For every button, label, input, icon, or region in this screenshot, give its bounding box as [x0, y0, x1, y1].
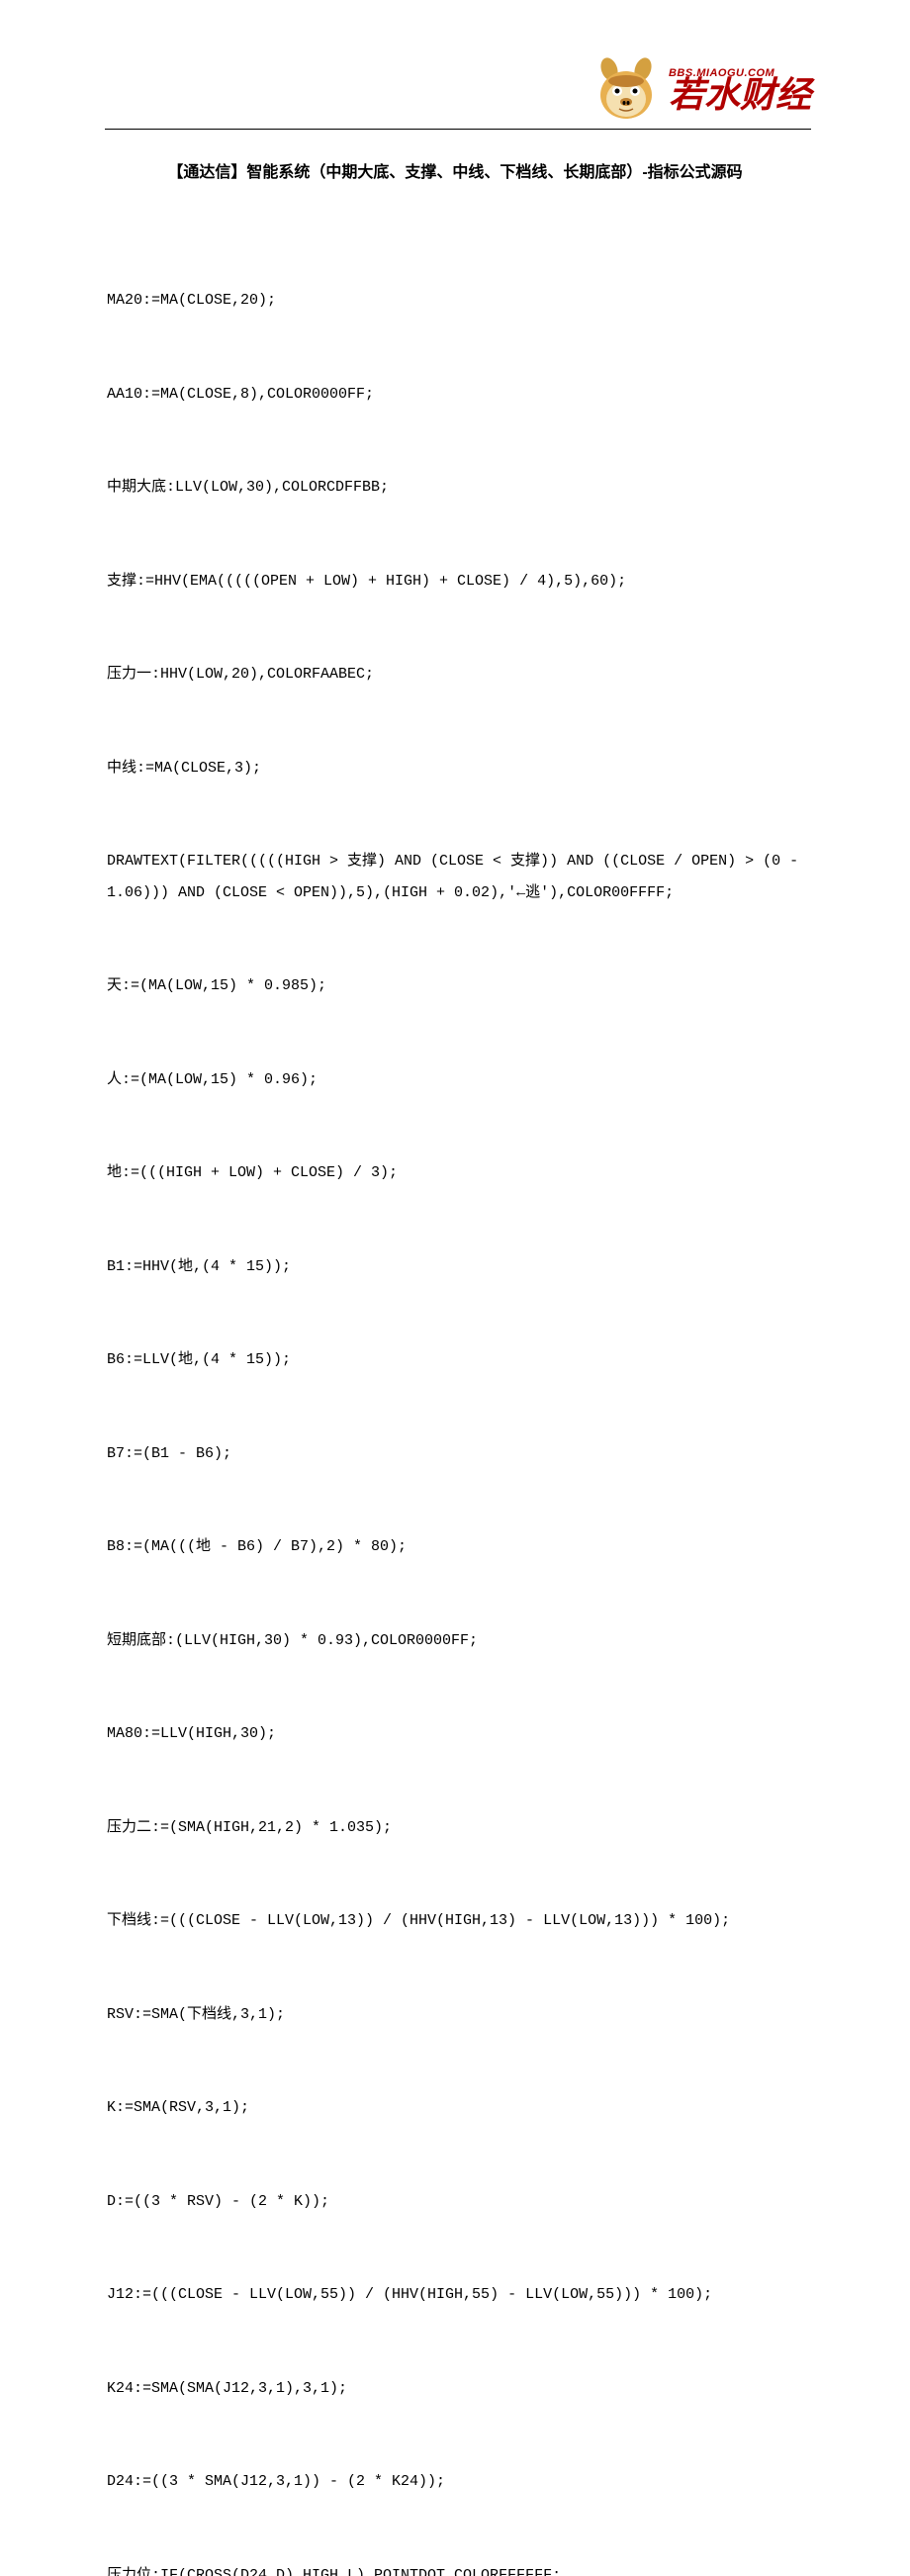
code-line: D24:=((3 * SMA(J12,3,1)) - (2 * K24));: [107, 2466, 811, 2498]
header: BBS.MIAOGU.COM 若水财经: [592, 57, 811, 123]
code-line: 人:=(MA(LOW,15) * 0.96);: [107, 1064, 811, 1096]
page-title: 【通达信】智能系统（中期大底、支撑、中线、下档线、长期底部）-指标公式源码: [0, 158, 910, 182]
mascot-icon: [592, 57, 661, 123]
code-line: B7:=(B1 - B6);: [107, 1438, 811, 1470]
code-line: 压力一:HHV(LOW,20),COLORFAABEC;: [107, 659, 811, 690]
code-line: 天:=(MA(LOW,15) * 0.985);: [107, 970, 811, 1002]
code-line: D:=((3 * RSV) - (2 * K));: [107, 2186, 811, 2218]
code-line: AA10:=MA(CLOSE,8),COLOR0000FF;: [107, 379, 811, 411]
code-line: 压力位:IF(CROSS(D24,D),HIGH,L),POINTDOT,COL…: [107, 2560, 811, 2576]
code-line: DRAWTEXT(FILTER(((((HIGH > 支撑) AND (CLOS…: [107, 846, 811, 908]
code-block: MA20:=MA(CLOSE,20); AA10:=MA(CLOSE,8),CO…: [107, 223, 811, 2576]
code-line: B8:=(MA(((地 - B6) / B7),2) * 80);: [107, 1531, 811, 1563]
code-line: J12:=(((CLOSE - LLV(LOW,55)) / (HHV(HIGH…: [107, 2279, 811, 2311]
code-line: MA20:=MA(CLOSE,20);: [107, 285, 811, 317]
code-line: 中线:=MA(CLOSE,3);: [107, 753, 811, 784]
code-line: K:=SMA(RSV,3,1);: [107, 2092, 811, 2124]
code-line: K24:=SMA(SMA(J12,3,1),3,1);: [107, 2373, 811, 2405]
code-line: 短期底部:(LLV(HIGH,30) * 0.93),COLOR0000FF;: [107, 1625, 811, 1657]
code-line: 压力二:=(SMA(HIGH,21,2) * 1.035);: [107, 1812, 811, 1844]
logo-brand: 若水财经: [669, 77, 811, 113]
code-line: B6:=LLV(地,(4 * 15));: [107, 1344, 811, 1376]
code-line: 下档线:=(((CLOSE - LLV(LOW,13)) / (HHV(HIGH…: [107, 1905, 811, 1937]
header-divider: [105, 129, 811, 130]
code-line: MA80:=LLV(HIGH,30);: [107, 1718, 811, 1750]
logo-text: BBS.MIAOGU.COM 若水财经: [669, 67, 811, 113]
code-line: 支撑:=HHV(EMA(((((OPEN + LOW) + HIGH) + CL…: [107, 566, 811, 598]
code-line: B1:=HHV(地,(4 * 15));: [107, 1251, 811, 1283]
code-line: RSV:=SMA(下档线,3,1);: [107, 1999, 811, 2031]
code-line: 中期大底:LLV(LOW,30),COLORCDFFBB;: [107, 472, 811, 504]
code-line: 地:=(((HIGH + LOW) + CLOSE) / 3);: [107, 1157, 811, 1189]
